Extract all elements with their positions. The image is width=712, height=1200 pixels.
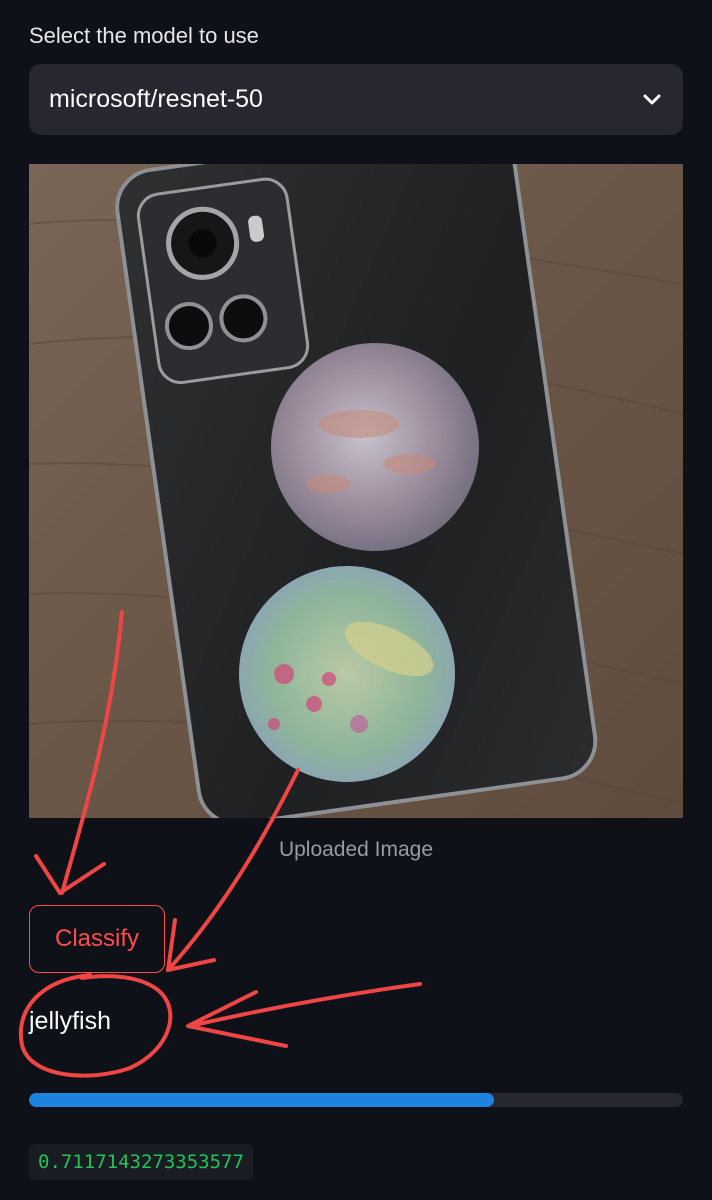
app-root: Select the model to use microsoft/resnet… xyxy=(0,0,712,1200)
uploaded-image xyxy=(29,164,683,818)
confidence-progress-bar xyxy=(29,1093,683,1107)
model-select[interactable]: microsoft/resnet-50 xyxy=(29,64,683,135)
prediction-label: jellyfish xyxy=(29,1007,111,1035)
model-select-value: microsoft/resnet-50 xyxy=(49,85,263,113)
confidence-score: 0.7117143273353577 xyxy=(29,1144,253,1180)
annotation-arrow-3 xyxy=(188,982,422,1028)
image-caption: Uploaded Image xyxy=(278,838,434,861)
confidence-progress-fill xyxy=(29,1093,495,1107)
model-select-label: Select the model to use xyxy=(29,23,259,48)
classify-button[interactable]: Classify xyxy=(29,905,165,973)
chevron-down-icon xyxy=(641,89,663,111)
